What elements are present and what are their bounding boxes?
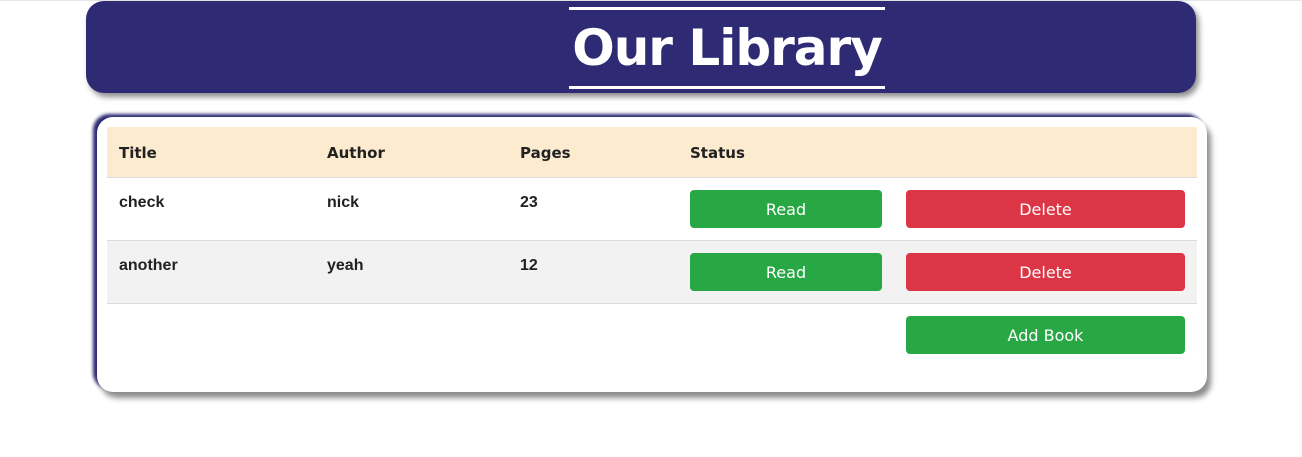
column-header-pages: Pages (520, 144, 571, 162)
book-author: yeah (327, 257, 364, 274)
delete-button[interactable]: Delete (906, 253, 1185, 291)
read-status-button[interactable]: Read (690, 190, 882, 228)
table-header: Title Author Pages Status (107, 127, 1197, 178)
book-pages: 12 (520, 257, 538, 274)
book-pages: 23 (520, 194, 538, 211)
page-title: Our Library (572, 19, 883, 77)
book-title: another (119, 257, 178, 274)
table-row: another yeah 12 Read Delete (107, 241, 1197, 304)
delete-button[interactable]: Delete (906, 190, 1185, 228)
table-footer: Add Book (107, 304, 1197, 366)
page-header: Our Library (86, 1, 1196, 93)
table-row: check nick 23 Read Delete (107, 178, 1197, 241)
column-header-title: Title (119, 144, 157, 162)
library-card: Title Author Pages Status check nick 23 … (97, 117, 1207, 392)
add-book-button[interactable]: Add Book (906, 316, 1185, 354)
book-title: check (119, 194, 165, 211)
column-header-author: Author (327, 144, 385, 162)
column-header-status: Status (690, 144, 745, 162)
read-status-button[interactable]: Read (690, 253, 882, 291)
book-author: nick (327, 194, 360, 211)
title-frame: Our Library (569, 7, 885, 89)
